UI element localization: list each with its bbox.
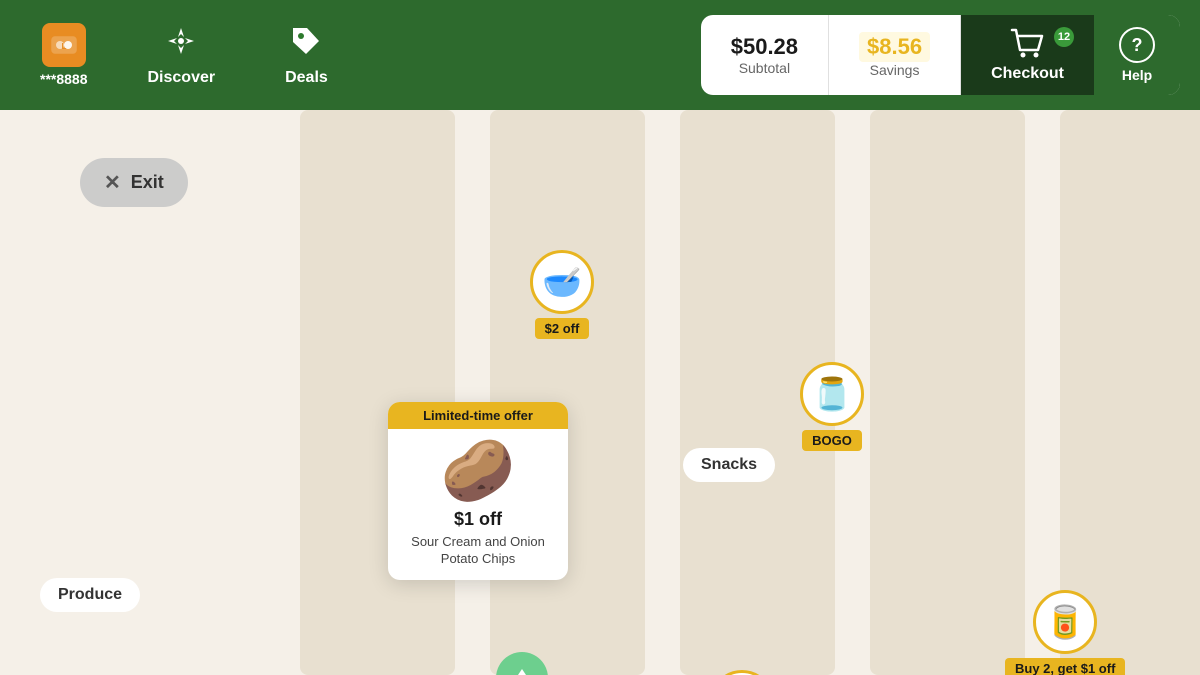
deal-pin-1-label: $2 off [535,318,590,339]
cart-icon [1010,28,1046,65]
deal-pin-2-emoji: 🫙 [812,378,852,410]
snacks-label: Snacks [683,448,775,482]
discover-icon [164,24,198,65]
exit-label: Exit [131,172,164,193]
aisle-4 [870,110,1025,675]
savings-label: Savings [870,62,920,78]
deal-pin-4[interactable]: 🥫 Buy 2, get $1 off [1005,590,1125,675]
deal-pin-3[interactable]: 🫙 $1 off [710,670,774,675]
deals-icon [289,24,323,65]
subtotal-section: $50.28 Subtotal [701,15,829,95]
app-header: L ***8888 Discover Deals [0,0,1200,110]
nav-arrow-icon [510,669,534,675]
produce-label: Produce [40,578,140,612]
help-label: Help [1122,67,1152,83]
deal-pin-1-emoji: 🥣 [542,266,582,298]
loyalty-card[interactable]: L ***8888 [20,23,108,87]
subtotal-amount: $50.28 [731,34,798,60]
help-icon: ? [1119,27,1155,63]
help-button[interactable]: ? Help [1094,15,1180,95]
exit-x-icon: ✕ [104,170,121,195]
savings-section: $8.56 Savings [829,15,961,95]
svg-text:L: L [61,42,66,51]
checkout-label: Checkout [991,65,1064,83]
deal-pin-2-label: BOGO [802,430,862,451]
loyalty-card-icon: L [42,23,86,67]
deal-pin-2-circle: 🫙 [800,362,864,426]
aisle-2 [490,110,645,675]
card-number: ***8888 [40,71,88,87]
deal-pin-4-emoji: 🥫 [1045,606,1085,638]
deals-nav[interactable]: Deals [255,24,358,87]
discover-nav[interactable]: Discover [118,24,246,87]
popup-body: 🥔 $1 off Sour Cream and Onion Potato Chi… [388,429,568,580]
deal-pin-1-circle: 🥣 [530,250,594,314]
header-right-panel: $50.28 Subtotal $8.56 Savings 12 Checkou… [701,15,1180,95]
deal-pin-2[interactable]: 🫙 BOGO [800,362,864,451]
subtotal-label: Subtotal [739,60,790,76]
discover-label: Discover [148,69,216,87]
aisle-1 [300,110,455,675]
popup-banner: Limited-time offer [388,402,568,429]
product-popup[interactable]: Limited-time offer 🥔 $1 off Sour Cream a… [388,402,568,580]
deal-pin-4-label: Buy 2, get $1 off [1005,658,1125,675]
popup-discount: $1 off [454,509,502,530]
deal-pin-3-circle: 🫙 [710,670,774,675]
checkout-button[interactable]: 12 Checkout [961,15,1094,95]
popup-product-icon: 🥔 [441,441,516,501]
store-map: ✕ Exit Snacks Produce 🥣 $2 off 🫙 BOGO 🫙 … [0,110,1200,675]
exit-button[interactable]: ✕ Exit [80,158,188,207]
deals-label: Deals [285,69,328,87]
deal-pin-1[interactable]: 🥣 $2 off [530,250,594,339]
deal-pin-4-circle: 🥫 [1033,590,1097,654]
savings-amount: $8.56 [859,32,930,62]
checkout-badge: 12 [1054,27,1074,47]
popup-product-name: Sour Cream and Onion Potato Chips [400,534,556,568]
